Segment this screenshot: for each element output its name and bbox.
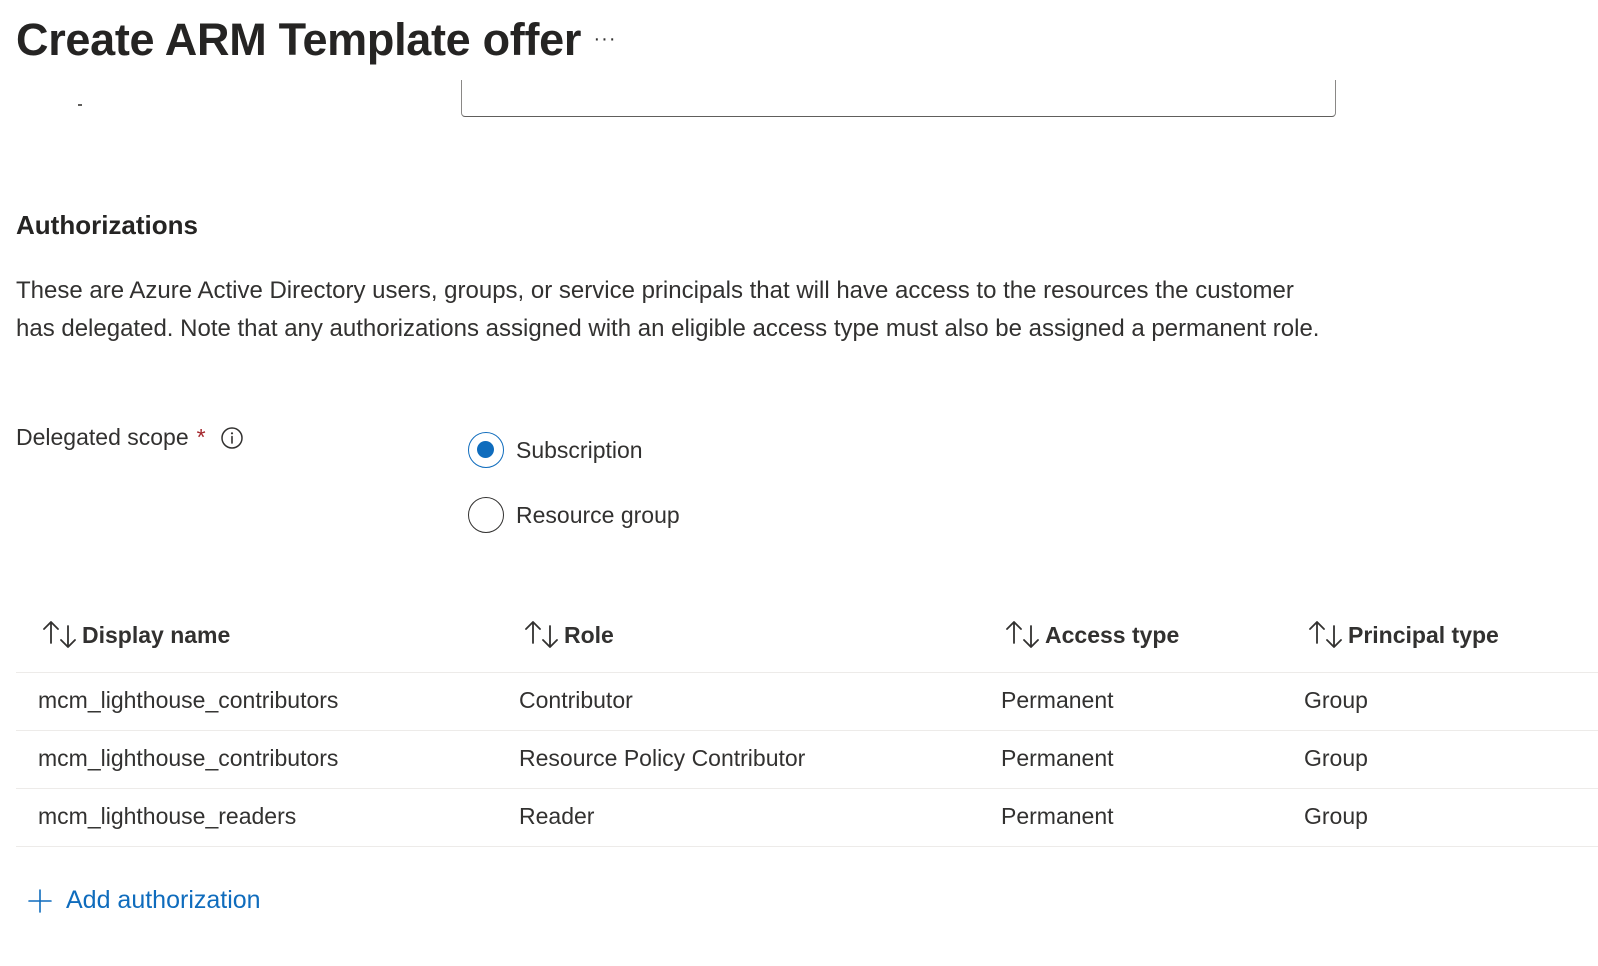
cell-access-type: Permanent [1001,687,1114,713]
sort-arrows-icon [41,618,79,652]
section-heading-authorizations: Authorizations [16,210,198,240]
delegated-scope-label-text: Delegated scope [16,424,189,450]
table-row[interactable]: mcm_lighthouse_contributors Resource Pol… [16,731,1598,789]
column-header-label: Role [564,621,614,648]
table-row[interactable]: mcm_lighthouse_contributors Contributor … [16,673,1598,731]
add-authorization-button[interactable]: Add authorization [28,886,261,915]
sort-arrows-icon [1004,618,1042,652]
column-header-label: Principal type [1348,621,1499,648]
cell-principal-type: Group [1304,745,1368,771]
sort-arrows-icon [1307,618,1345,652]
cell-access-type: Permanent [1001,803,1114,829]
cell-principal-type: Group [1304,803,1368,829]
radio-button-subscription[interactable] [468,432,504,468]
cell-display-name: mcm_lighthouse_readers [38,803,297,829]
table-header-row: Display name Role Access type Principal … [16,604,1598,673]
cell-principal-type: Group [1304,687,1368,713]
cell-role: Contributor [519,687,633,713]
cell-display-name: mcm_lighthouse_contributors [38,745,339,771]
column-header-display-name[interactable]: Display name [41,618,230,652]
table-row[interactable]: mcm_lighthouse_readers Reader Permanent … [16,789,1598,847]
radio-label-subscription: Subscription [516,436,643,463]
column-header-principal-type[interactable]: Principal type [1307,618,1499,652]
radio-option-subscription[interactable]: Subscription [468,432,643,468]
column-header-label: Access type [1045,621,1180,648]
info-icon[interactable] [220,426,244,450]
add-authorization-label: Add authorization [66,886,261,914]
column-header-role[interactable]: Role [523,618,614,652]
previous-field-label-fragment [78,104,82,106]
section-description: These are Azure Active Directory users, … [16,277,1320,342]
cell-role: Reader [519,803,595,829]
authorizations-table: Display name Role Access type Principal … [16,604,1598,847]
radio-button-resource-group[interactable] [468,497,504,533]
more-options-button[interactable]: ··· [590,26,620,56]
radio-label-resource-group: Resource group [516,501,680,528]
column-header-access-type[interactable]: Access type [1004,618,1179,652]
plus-icon [28,888,52,913]
page-title: Create ARM Template offer [16,14,582,65]
required-marker: * [196,424,206,450]
cell-role: Resource Policy Contributor [519,745,806,771]
column-header-label: Display name [82,621,231,648]
cell-display-name: mcm_lighthouse_contributors [38,687,339,713]
sort-arrows-icon [523,618,561,652]
cell-access-type: Permanent [1001,745,1114,771]
delegated-scope-label: Delegated scope * [16,424,244,451]
previous-text-field[interactable] [461,80,1336,117]
radio-option-resource-group[interactable]: Resource group [468,497,680,533]
